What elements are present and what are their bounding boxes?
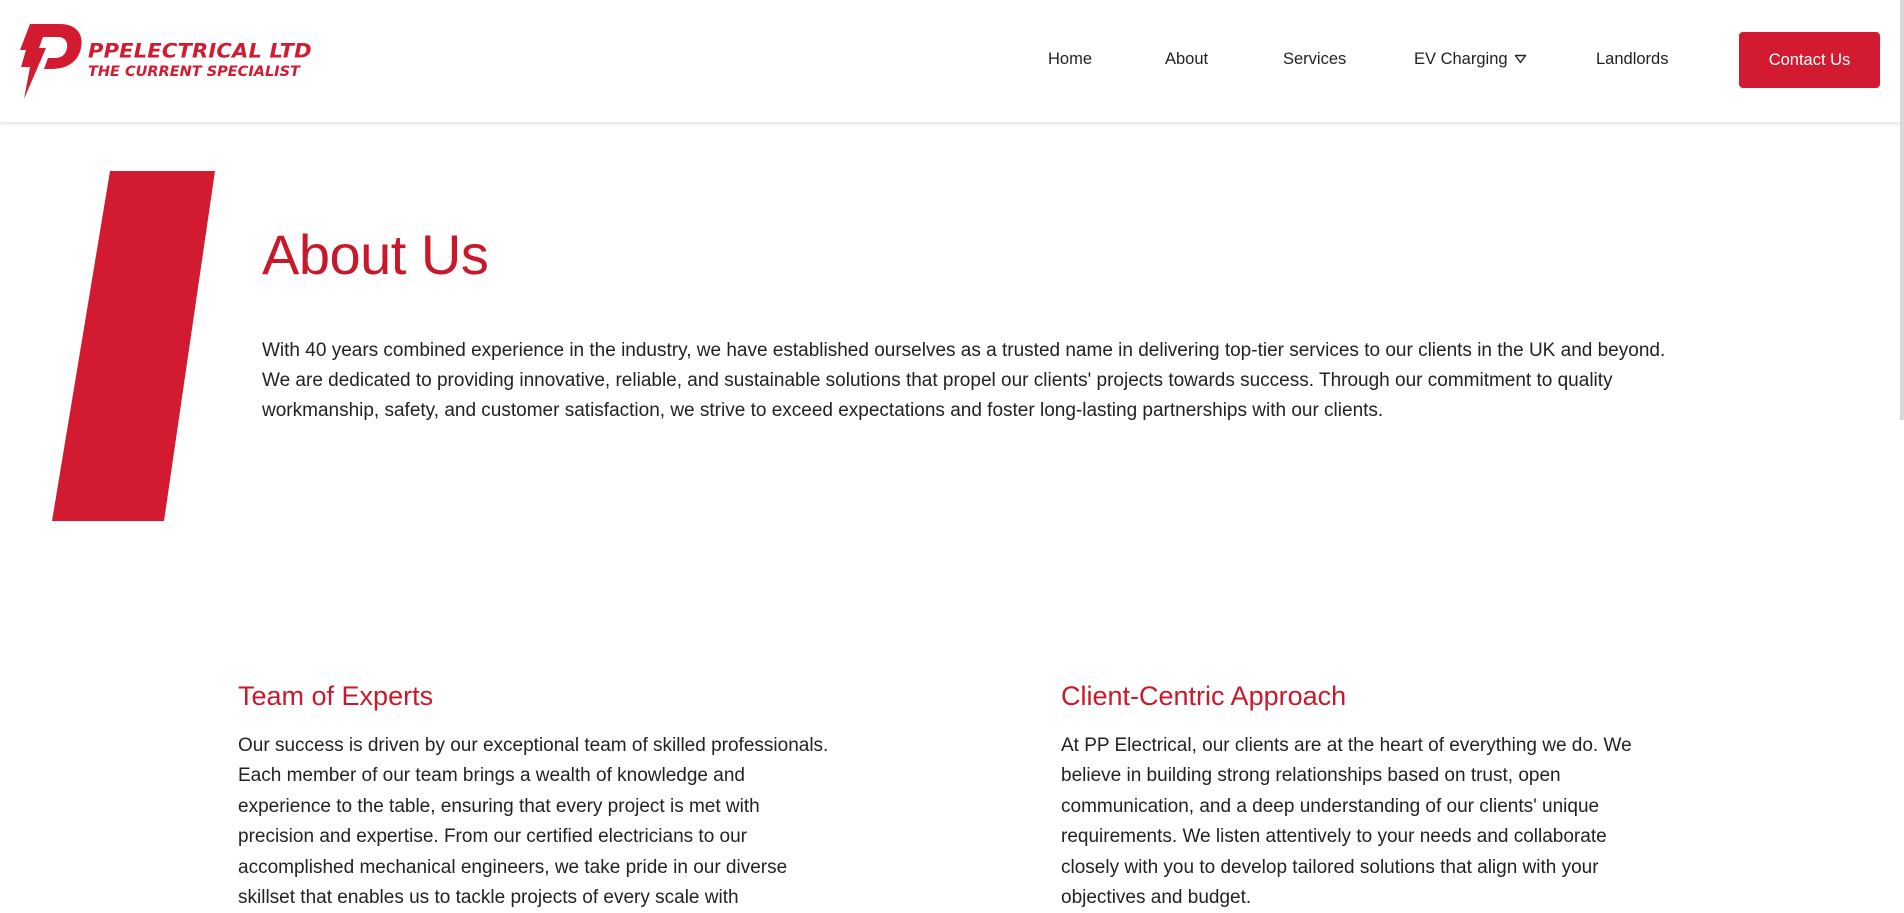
lightning-p-icon bbox=[20, 24, 82, 99]
brand-logo[interactable]: PPELECTRICAL LTD THE CURRENT SPECIALIST bbox=[18, 22, 312, 100]
brand-name: PPELECTRICAL LTD bbox=[88, 39, 312, 63]
nav-ev-charging-dropdown[interactable]: EV Charging bbox=[1414, 50, 1527, 69]
team-of-experts-text: Our success is driven by our exceptional… bbox=[238, 735, 829, 909]
brand-tagline: THE CURRENT SPECIALIST bbox=[88, 64, 300, 80]
nav-home-link[interactable]: Home bbox=[1048, 50, 1092, 69]
team-of-experts-heading: Team of Experts bbox=[238, 681, 434, 711]
client-centric-text: At PP Electrical, our clients are at the… bbox=[1061, 735, 1632, 909]
chevron-down-icon bbox=[1514, 50, 1527, 69]
contact-us-button[interactable]: Contact Us bbox=[1739, 32, 1880, 88]
page-title: About Us bbox=[262, 223, 489, 286]
decorative-red-slash bbox=[52, 171, 215, 521]
nav-services-link[interactable]: Services bbox=[1283, 50, 1346, 69]
nav-landlords-link[interactable]: Landlords bbox=[1596, 50, 1668, 69]
site-header: PPELECTRICAL LTD THE CURRENT SPECIALIST … bbox=[0, 0, 1904, 123]
scrollbar-thumb[interactable] bbox=[1900, 0, 1904, 420]
about-intro-text: With 40 years combined experience in the… bbox=[262, 340, 1666, 421]
nav-about-link[interactable]: About bbox=[1165, 50, 1208, 69]
nav-ev-charging-label: EV Charging bbox=[1414, 50, 1508, 68]
client-centric-heading: Client-Centric Approach bbox=[1061, 681, 1347, 711]
